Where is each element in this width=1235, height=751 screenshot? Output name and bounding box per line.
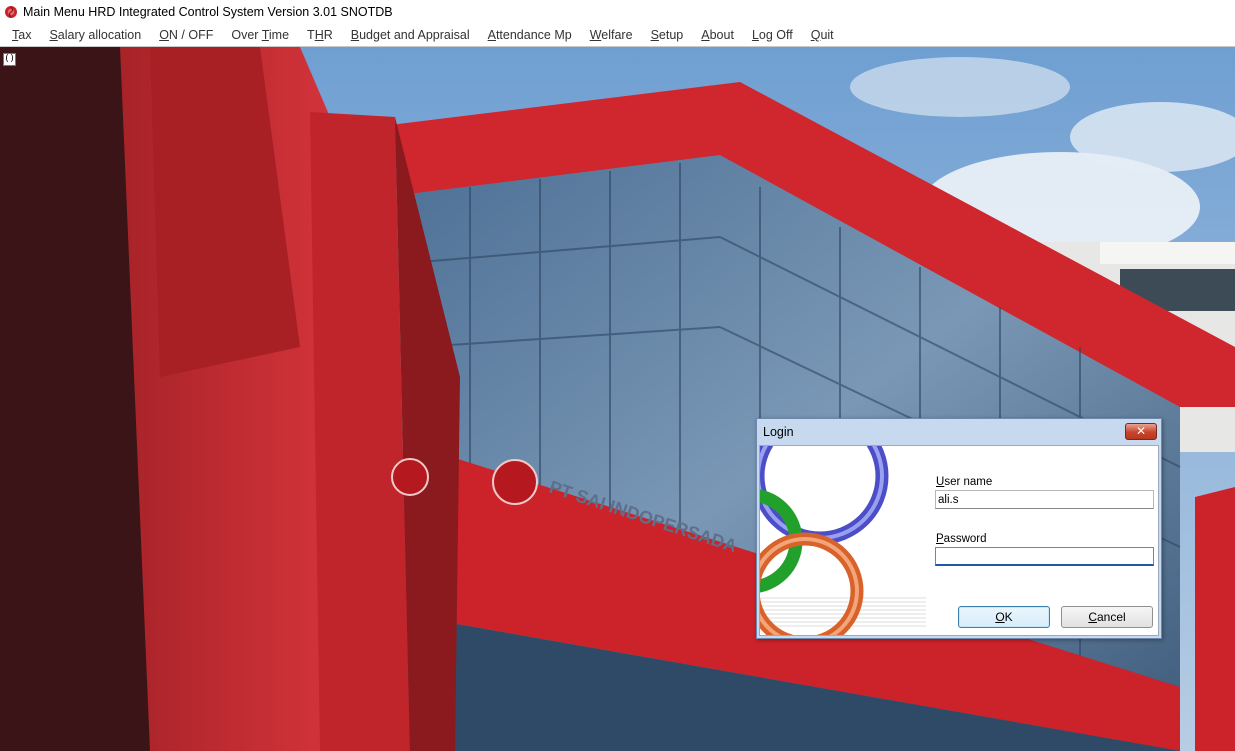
window-title: Main Menu HRD Integrated Control System … bbox=[23, 5, 393, 19]
menu-quit[interactable]: Quit bbox=[802, 26, 843, 44]
menu-bar: Tax Salary allocation ON / OFF Over Time… bbox=[0, 24, 1235, 46]
cancel-button[interactable]: Cancel bbox=[1061, 606, 1153, 628]
username-field[interactable] bbox=[935, 490, 1154, 509]
window-titlebar: Main Menu HRD Integrated Control System … bbox=[0, 0, 1235, 24]
desktop-background: PT SAI INDOPERSADA () bbox=[0, 47, 1235, 751]
rose-logo-icon bbox=[5, 6, 17, 18]
rings-logo-icon bbox=[760, 446, 926, 635]
ok-button[interactable]: OK bbox=[958, 606, 1050, 628]
password-label: Password bbox=[936, 533, 987, 545]
menu-setup[interactable]: Setup bbox=[642, 26, 693, 44]
close-button[interactable]: ✕ bbox=[1125, 423, 1157, 440]
login-dialog-body: User name Password OK Cancel bbox=[759, 445, 1159, 636]
menu-on-off[interactable]: ON / OFF bbox=[150, 26, 222, 44]
menu-thr[interactable]: THR bbox=[298, 26, 342, 44]
login-dialog: Login ✕ User name Password OK Cancel bbox=[756, 418, 1162, 639]
menu-tax[interactable]: Tax bbox=[3, 26, 40, 44]
login-dialog-titlebar[interactable]: Login bbox=[757, 419, 1161, 445]
menu-about[interactable]: About bbox=[692, 26, 743, 44]
menu-attendance-mp[interactable]: Attendance Mp bbox=[479, 26, 581, 44]
menu-over-time[interactable]: Over Time bbox=[222, 26, 298, 44]
menu-log-off[interactable]: Log Off bbox=[743, 26, 802, 44]
password-field[interactable] bbox=[935, 547, 1154, 566]
menu-salary-allocation[interactable]: Salary allocation bbox=[40, 26, 150, 44]
menu-welfare[interactable]: Welfare bbox=[581, 26, 642, 44]
username-label: User name bbox=[936, 476, 993, 488]
menu-budget-appraisal[interactable]: Budget and Appraisal bbox=[342, 26, 479, 44]
building-photo: PT SAI INDOPERSADA bbox=[0, 47, 1235, 751]
login-dialog-title: Login bbox=[763, 425, 794, 439]
mdi-child-icon[interactable]: () bbox=[3, 53, 16, 66]
